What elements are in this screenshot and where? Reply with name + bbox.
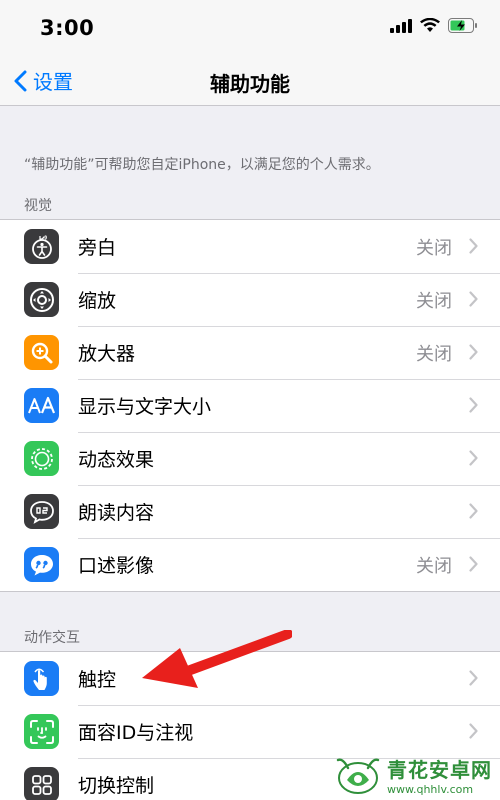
row-label: 朗读内容 (78, 502, 155, 524)
watermark: 青花安卓网 www.qhhlv.com (335, 754, 492, 796)
vision-settings-group: 旁白 关闭 缩放 关闭 放大器 关闭 显示与文字大小 动态效果 朗读内容 口述影… (0, 219, 500, 592)
row-spoken-content[interactable]: 朗读内容 (0, 485, 500, 538)
chevron-right-icon (469, 503, 478, 519)
row-display-text-size[interactable]: 显示与文字大小 (0, 379, 500, 432)
watermark-title: 青花安卓网 (387, 758, 492, 782)
navigation-bar: 设置 辅助功能 (0, 58, 500, 106)
chevron-right-icon (469, 450, 478, 466)
status-bar: 3:00 (0, 0, 500, 58)
touch-icon (24, 661, 59, 696)
spoken-content-icon (24, 494, 59, 529)
text-size-icon (24, 388, 59, 423)
row-value: 关闭 (416, 290, 452, 312)
zoom-icon (24, 282, 59, 317)
row-label: 切换控制 (78, 775, 155, 797)
row-label: 旁白 (78, 237, 117, 259)
wifi-icon (420, 17, 440, 37)
voiceover-icon (24, 229, 59, 264)
watermark-url: www.qhhlv.com (387, 783, 474, 796)
cellular-signal-icon (390, 18, 412, 37)
magnifier-icon (24, 335, 59, 370)
chevron-right-icon (469, 723, 478, 739)
audio-description-icon (24, 547, 59, 582)
section-header-vision: 视觉 (24, 198, 52, 214)
motion-icon (24, 441, 59, 476)
chevron-right-icon (469, 556, 478, 572)
row-value: 关闭 (416, 237, 452, 259)
row-zoom[interactable]: 缩放 关闭 (0, 273, 500, 326)
chevron-right-icon (469, 238, 478, 254)
row-label: 触控 (78, 669, 117, 691)
row-voiceover[interactable]: 旁白 关闭 (0, 220, 500, 273)
battery-charging-icon (448, 18, 478, 37)
chevron-right-icon (469, 344, 478, 360)
watermark-logo-icon (336, 758, 380, 794)
section-header-physical-motor: 动作交互 (24, 630, 80, 646)
switch-control-icon (24, 767, 59, 800)
row-label: 放大器 (78, 343, 136, 365)
row-value: 关闭 (416, 343, 452, 365)
annotation-arrow-icon (142, 630, 292, 688)
page-title: 辅助功能 (210, 72, 290, 96)
row-label: 口述影像 (78, 555, 155, 577)
row-face-id-attention[interactable]: 面容ID与注视 (0, 705, 500, 758)
row-magnifier[interactable]: 放大器 关闭 (0, 326, 500, 379)
intro-text: “辅助功能”可帮助您自定iPhone，以满足您的个人需求。 (24, 157, 380, 173)
chevron-right-icon (469, 397, 478, 413)
row-label: 显示与文字大小 (78, 396, 212, 418)
row-label: 动态效果 (78, 449, 155, 471)
status-time: 3:00 (40, 16, 95, 40)
row-audio-descriptions[interactable]: 口述影像 关闭 (0, 538, 500, 591)
row-motion[interactable]: 动态效果 (0, 432, 500, 485)
row-label: 缩放 (78, 290, 117, 312)
face-id-icon (24, 714, 59, 749)
chevron-right-icon (469, 291, 478, 307)
status-icons (390, 17, 478, 37)
row-value: 关闭 (416, 555, 452, 577)
chevron-right-icon (469, 670, 478, 686)
row-label: 面容ID与注视 (78, 722, 194, 744)
